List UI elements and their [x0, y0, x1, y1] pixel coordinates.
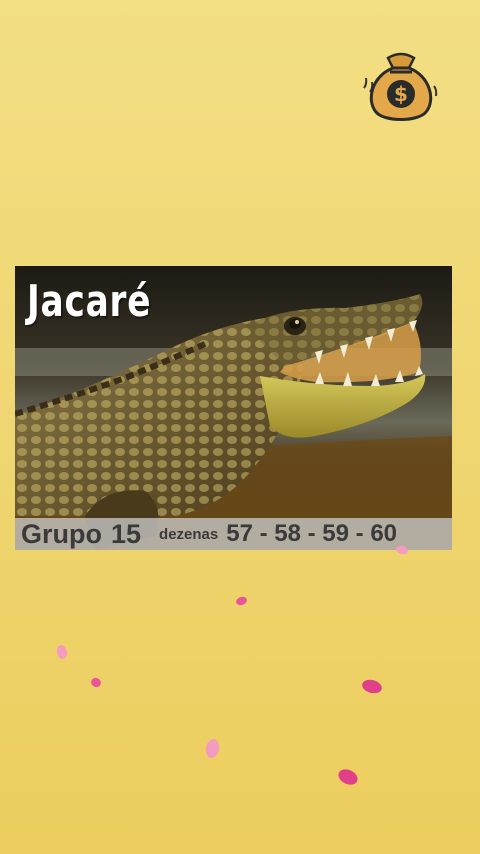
- group-caption: Grupo 15 dezenas 57 - 58 - 59 - 60: [15, 518, 452, 550]
- petal-decoration: [234, 595, 249, 607]
- money-bag-icon[interactable]: $: [360, 50, 442, 124]
- group-label: Grupo: [21, 518, 102, 549]
- petal-decoration: [335, 766, 361, 788]
- group-number: 15: [111, 518, 142, 549]
- petal-decoration: [360, 677, 384, 696]
- story-screen: { "card": { "title": "Jacaré", "group_la…: [0, 0, 480, 854]
- animal-card[interactable]: Jacaré Grupo 15 dezenas 57 - 58 - 59 - 6…: [15, 266, 452, 550]
- petal-decoration: [55, 643, 69, 661]
- petal-decoration: [204, 738, 221, 759]
- animal-name: Jacaré: [27, 276, 152, 327]
- dezenas-values: 57 - 58 - 59 - 60: [226, 520, 398, 547]
- dezenas-label: dezenas: [159, 525, 219, 543]
- petal-decoration: [89, 676, 103, 689]
- dollar-sign: $: [394, 82, 408, 106]
